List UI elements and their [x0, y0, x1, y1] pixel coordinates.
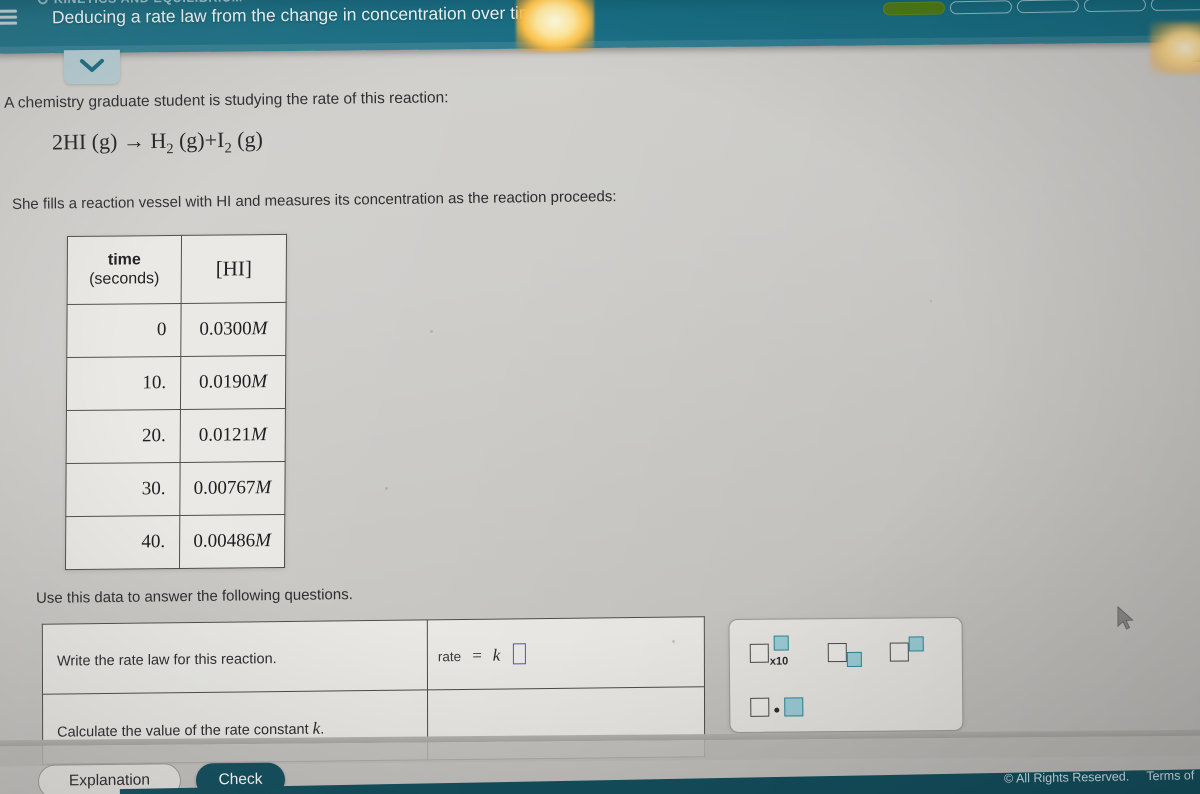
superscript-box-icon: [908, 636, 924, 652]
eq-reactant-state: (g): [91, 128, 118, 154]
prompt-2-end: .: [320, 721, 325, 738]
cell-time: 30.: [65, 462, 181, 517]
conc-unit: M: [250, 424, 267, 446]
cell-concentration: 0.0190M: [180, 355, 286, 410]
conc-unit: M: [255, 530, 271, 552]
placeholder-box-icon: [750, 697, 770, 717]
x10-label: x10: [769, 655, 789, 668]
progress-segment[interactable]: [1016, 0, 1080, 14]
cell-time: 20.: [66, 409, 181, 464]
cell-concentration: 0.0121M: [180, 408, 286, 463]
prompt-2-k: k: [312, 718, 321, 738]
table-row: 10. 0.0190M: [66, 355, 286, 411]
conc-value: 0.00486: [193, 530, 256, 552]
app-header: KINETICS AND EQUILIBRIUM Deducing a rate…: [0, 0, 1200, 54]
table-row: 40. 0.00486M: [65, 514, 285, 570]
dust-speck: [385, 487, 388, 490]
subscript-box-icon: [846, 651, 862, 667]
cell-concentration: 0.0300M: [180, 302, 287, 357]
eq-reactant-coeff: 2: [51, 129, 64, 155]
dust-speck: [430, 330, 433, 333]
cell-concentration: 0.00767M: [179, 461, 286, 516]
footer-terms-link[interactable]: Terms of: [1146, 768, 1194, 783]
multiplication-dot-icon: [774, 707, 780, 713]
progress-segment[interactable]: [1150, 0, 1200, 12]
problem-setup: She fills a reaction vessel with HI and …: [11, 188, 617, 213]
header-time-line1: time: [107, 251, 141, 269]
scientific-notation-button[interactable]: x10: [749, 635, 804, 668]
page-title: Deducing a rate law from the change in c…: [51, 2, 544, 28]
eq-arrow: →: [122, 128, 146, 154]
table-row: 0 0.0300M: [66, 302, 287, 358]
column-header-concentration: [HI]: [181, 234, 287, 304]
conc-value: 0.00767: [193, 477, 256, 499]
conc-value: 0.0121: [198, 424, 252, 446]
conc-value: 0.0190: [199, 371, 252, 393]
mouse-cursor-icon: [1117, 605, 1134, 630]
concentration-data-table: time (seconds) [HI] 0 0.0300M 10. 0.0190…: [64, 233, 288, 571]
collapse-header-button[interactable]: [63, 49, 121, 85]
question-answer-1[interactable]: rate = k: [427, 616, 705, 690]
eq-product1-state: (g): [178, 127, 205, 153]
progress-indicator: [882, 0, 1200, 16]
conc-unit: M: [251, 318, 268, 340]
table-row: 20. 0.0121M: [66, 408, 286, 464]
hamburger-menu-icon[interactable]: [0, 9, 18, 26]
eq-product1: H: [150, 127, 167, 154]
table-row: 30. 0.00767M: [65, 461, 286, 517]
progress-segment[interactable]: [882, 1, 946, 16]
eq-product1-sub: 2: [166, 141, 174, 158]
chemical-equation: 2HI (g) → H2 (g)+I2 (g): [52, 127, 263, 160]
dust-speck: [930, 300, 932, 302]
equals-sign: =: [471, 645, 483, 665]
eq-product2-state: (g): [236, 126, 263, 152]
question-row: Write the rate law for this reaction. ra…: [42, 616, 705, 695]
placeholder-box-icon: [749, 643, 769, 663]
eq-product2-sub: 2: [224, 140, 232, 157]
conc-value: 0.0300: [199, 318, 252, 340]
rate-label: rate: [437, 648, 462, 664]
operand-box-icon: [784, 697, 804, 717]
cell-time: 40.: [65, 515, 180, 570]
math-input-toolbar: x10: [728, 616, 964, 734]
screen-right-edge: [1191, 29, 1200, 63]
problem-instruction: Use this data to answer the following qu…: [35, 586, 353, 607]
progress-segment[interactable]: [949, 0, 1013, 15]
progress-segment[interactable]: [1083, 0, 1147, 13]
cell-time: 10.: [66, 356, 181, 411]
column-header-time: time (seconds): [67, 235, 182, 305]
conc-unit: M: [255, 477, 272, 499]
placeholder-box-icon: [827, 642, 847, 663]
multiplication-button[interactable]: [750, 697, 804, 721]
topic-bullet-icon: [37, 0, 48, 5]
eq-reactant: HI: [62, 128, 87, 155]
problem-intro: A chemistry graduate student is studying…: [3, 89, 449, 112]
footer-rights-text: © All Rights Reserved.: [1003, 769, 1130, 786]
placeholder-box-icon: [889, 642, 909, 662]
rate-law-input[interactable]: [513, 642, 527, 664]
subscript-button[interactable]: [827, 642, 862, 667]
exponent-box-icon: [774, 635, 790, 651]
eq-plus: +: [204, 127, 218, 153]
superscript-button[interactable]: [889, 636, 924, 666]
header-time-line2: (seconds): [89, 269, 160, 288]
table-header-row: time (seconds) [HI]: [67, 234, 287, 305]
cell-concentration: 0.00486M: [179, 514, 285, 569]
rate-constant-k: k: [492, 645, 501, 665]
chevron-down-icon: [79, 58, 104, 72]
cell-time: 0: [66, 303, 182, 358]
screen-photo: KINETICS AND EQUILIBRIUM Deducing a rate…: [0, 0, 1200, 794]
conc-unit: M: [251, 371, 268, 393]
question-prompt-1: Write the rate law for this reaction.: [42, 619, 428, 695]
